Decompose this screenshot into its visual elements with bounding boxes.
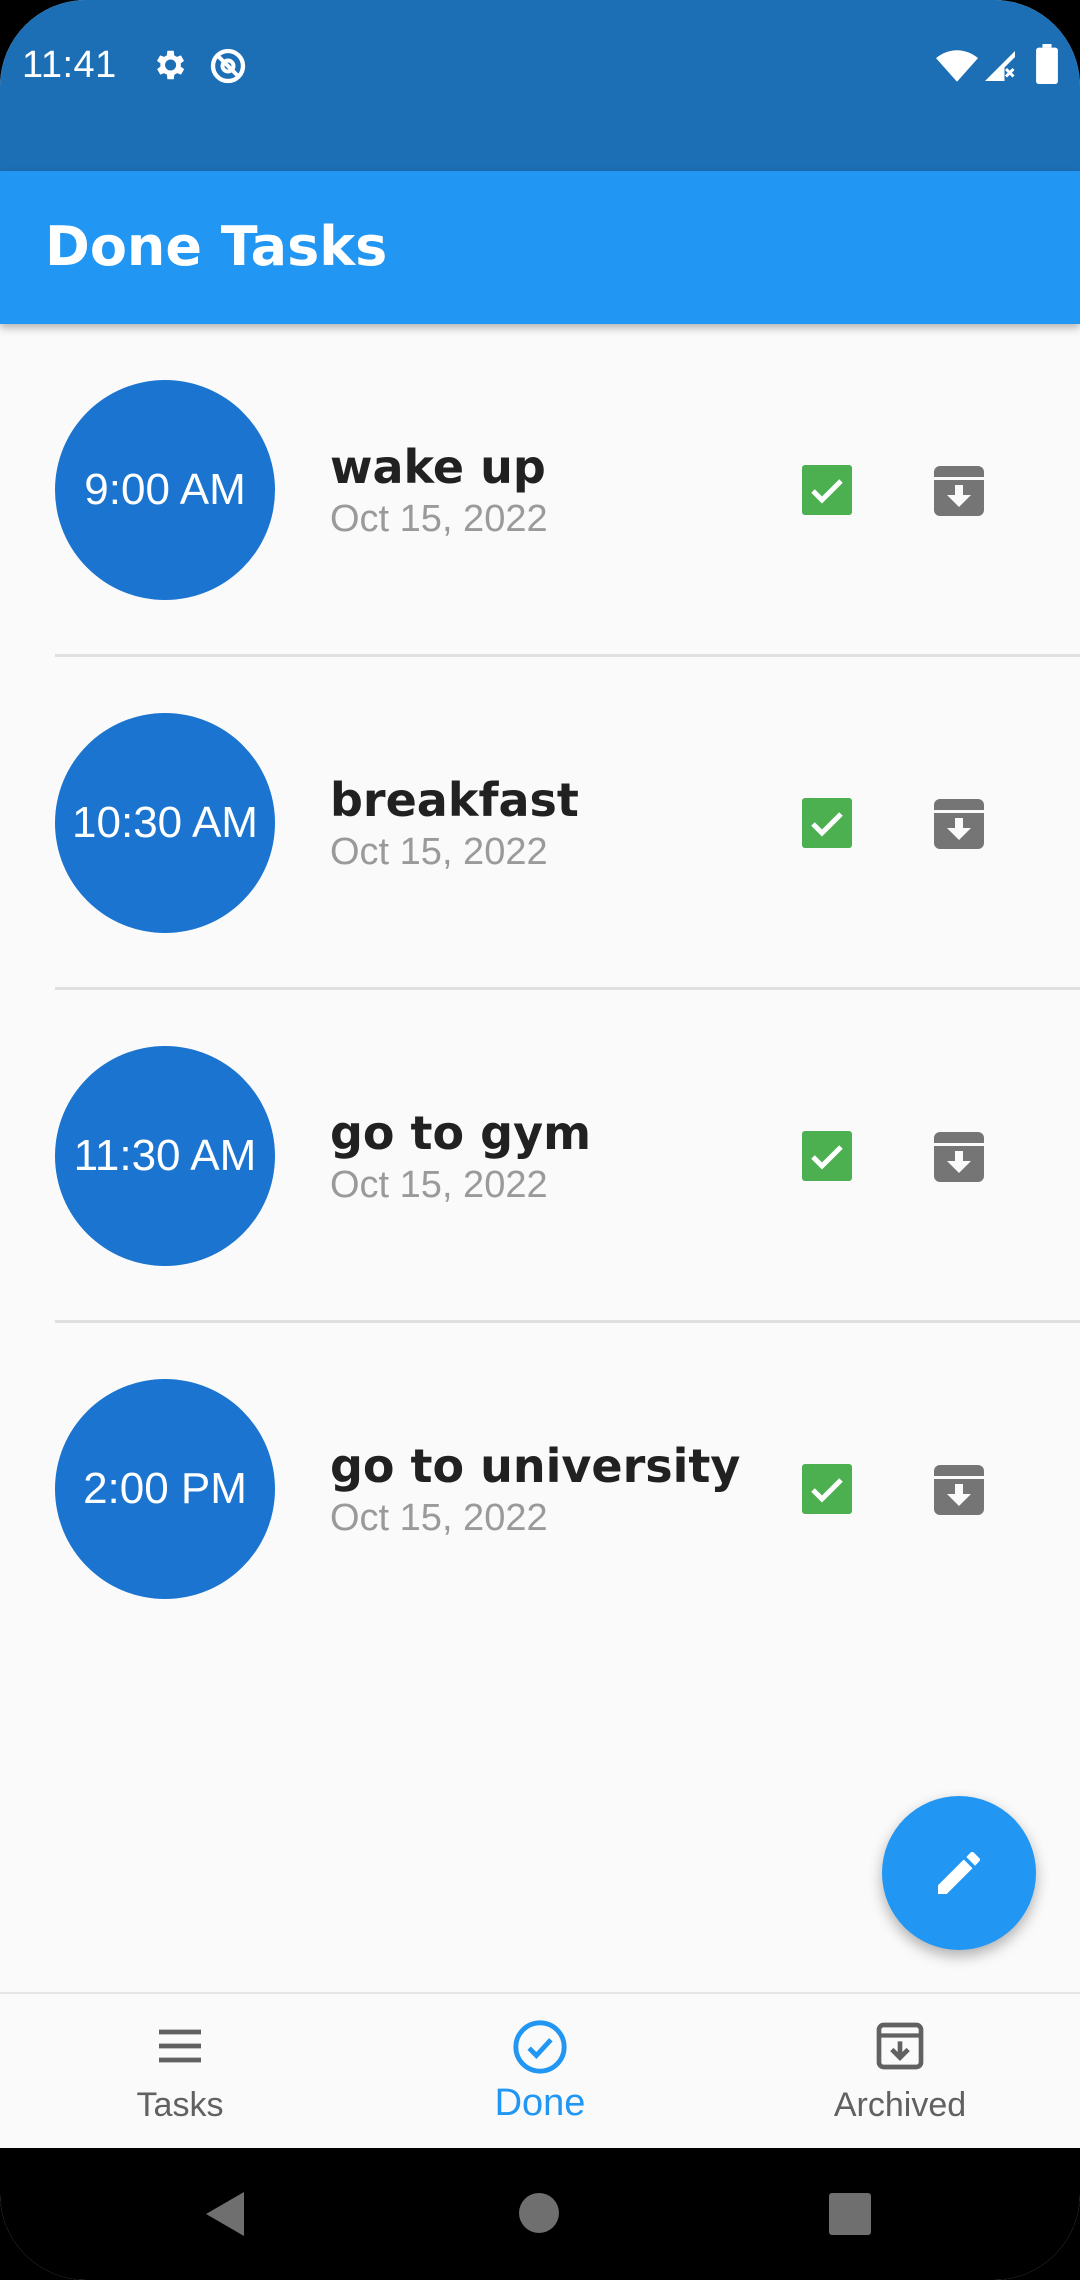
menu-lines-icon bbox=[152, 2018, 208, 2079]
recents-icon[interactable] bbox=[829, 2193, 871, 2240]
status-time: 11:41 bbox=[22, 44, 117, 86]
task-time-badge: 9:00 AM bbox=[55, 380, 275, 600]
nav-label: Archived bbox=[833, 2086, 967, 2124]
done-checkbox-icon[interactable] bbox=[802, 465, 852, 515]
archive-icon[interactable] bbox=[933, 1464, 985, 1516]
app-bar: Done Tasks bbox=[0, 171, 1080, 324]
task-row[interactable]: 10:30 AM breakfast Oct 15, 2022 bbox=[0, 657, 1080, 990]
nav-item-archived[interactable]: Archived bbox=[720, 1994, 1080, 2150]
done-checkbox-icon[interactable] bbox=[802, 1131, 852, 1181]
task-title: go to gym bbox=[330, 1106, 591, 1160]
archive-icon bbox=[872, 2018, 928, 2079]
edit-pencil-icon bbox=[938, 1851, 980, 1894]
done-checkbox-icon[interactable] bbox=[802, 1464, 852, 1514]
home-icon[interactable] bbox=[518, 2192, 560, 2239]
task-row[interactable]: 9:00 AM wake up Oct 15, 2022 bbox=[0, 324, 1080, 657]
battery-icon bbox=[1036, 44, 1058, 89]
status-bar: 11:41 bbox=[0, 0, 1080, 171]
task-row[interactable]: 2:00 PM go to university Oct 15, 2022 bbox=[0, 1323, 1080, 1656]
app-screen: 11:41 Done Tasks 9:00 AM wake up Oct 15,… bbox=[0, 0, 1080, 2280]
back-icon[interactable] bbox=[204, 2190, 246, 2243]
nav-item-done[interactable]: Done bbox=[360, 1994, 720, 2150]
nav-label: Tasks bbox=[136, 2086, 224, 2124]
task-title: wake up bbox=[330, 440, 546, 494]
edit-fab-button[interactable] bbox=[882, 1796, 1036, 1950]
task-row[interactable]: 11:30 AM go to gym Oct 15, 2022 bbox=[0, 990, 1080, 1323]
task-title: go to university bbox=[330, 1439, 741, 1493]
bottom-navigation: Tasks Done Archived bbox=[0, 1992, 1080, 2148]
nav-item-tasks[interactable]: Tasks bbox=[0, 1994, 360, 2150]
done-checkbox-icon[interactable] bbox=[802, 798, 852, 848]
at-sign-icon bbox=[208, 46, 248, 91]
archive-icon[interactable] bbox=[933, 798, 985, 850]
task-date: Oct 15, 2022 bbox=[330, 831, 548, 873]
settings-icon bbox=[150, 46, 188, 89]
signal-icon bbox=[982, 48, 1018, 89]
page-title: Done Tasks bbox=[45, 215, 388, 278]
task-time-badge: 11:30 AM bbox=[55, 1046, 275, 1266]
task-time-badge: 2:00 PM bbox=[55, 1379, 275, 1599]
task-date: Oct 15, 2022 bbox=[330, 498, 548, 540]
task-date: Oct 15, 2022 bbox=[330, 1164, 548, 1206]
archive-icon[interactable] bbox=[933, 465, 985, 517]
wifi-icon bbox=[936, 48, 978, 89]
task-title: breakfast bbox=[330, 773, 579, 827]
system-navigation-bar bbox=[0, 2148, 1080, 2280]
nav-label: Done bbox=[494, 2082, 586, 2124]
task-date: Oct 15, 2022 bbox=[330, 1497, 548, 1539]
task-time-badge: 10:30 AM bbox=[55, 713, 275, 933]
archive-icon[interactable] bbox=[933, 1131, 985, 1183]
check-circle-icon bbox=[511, 2018, 569, 2081]
